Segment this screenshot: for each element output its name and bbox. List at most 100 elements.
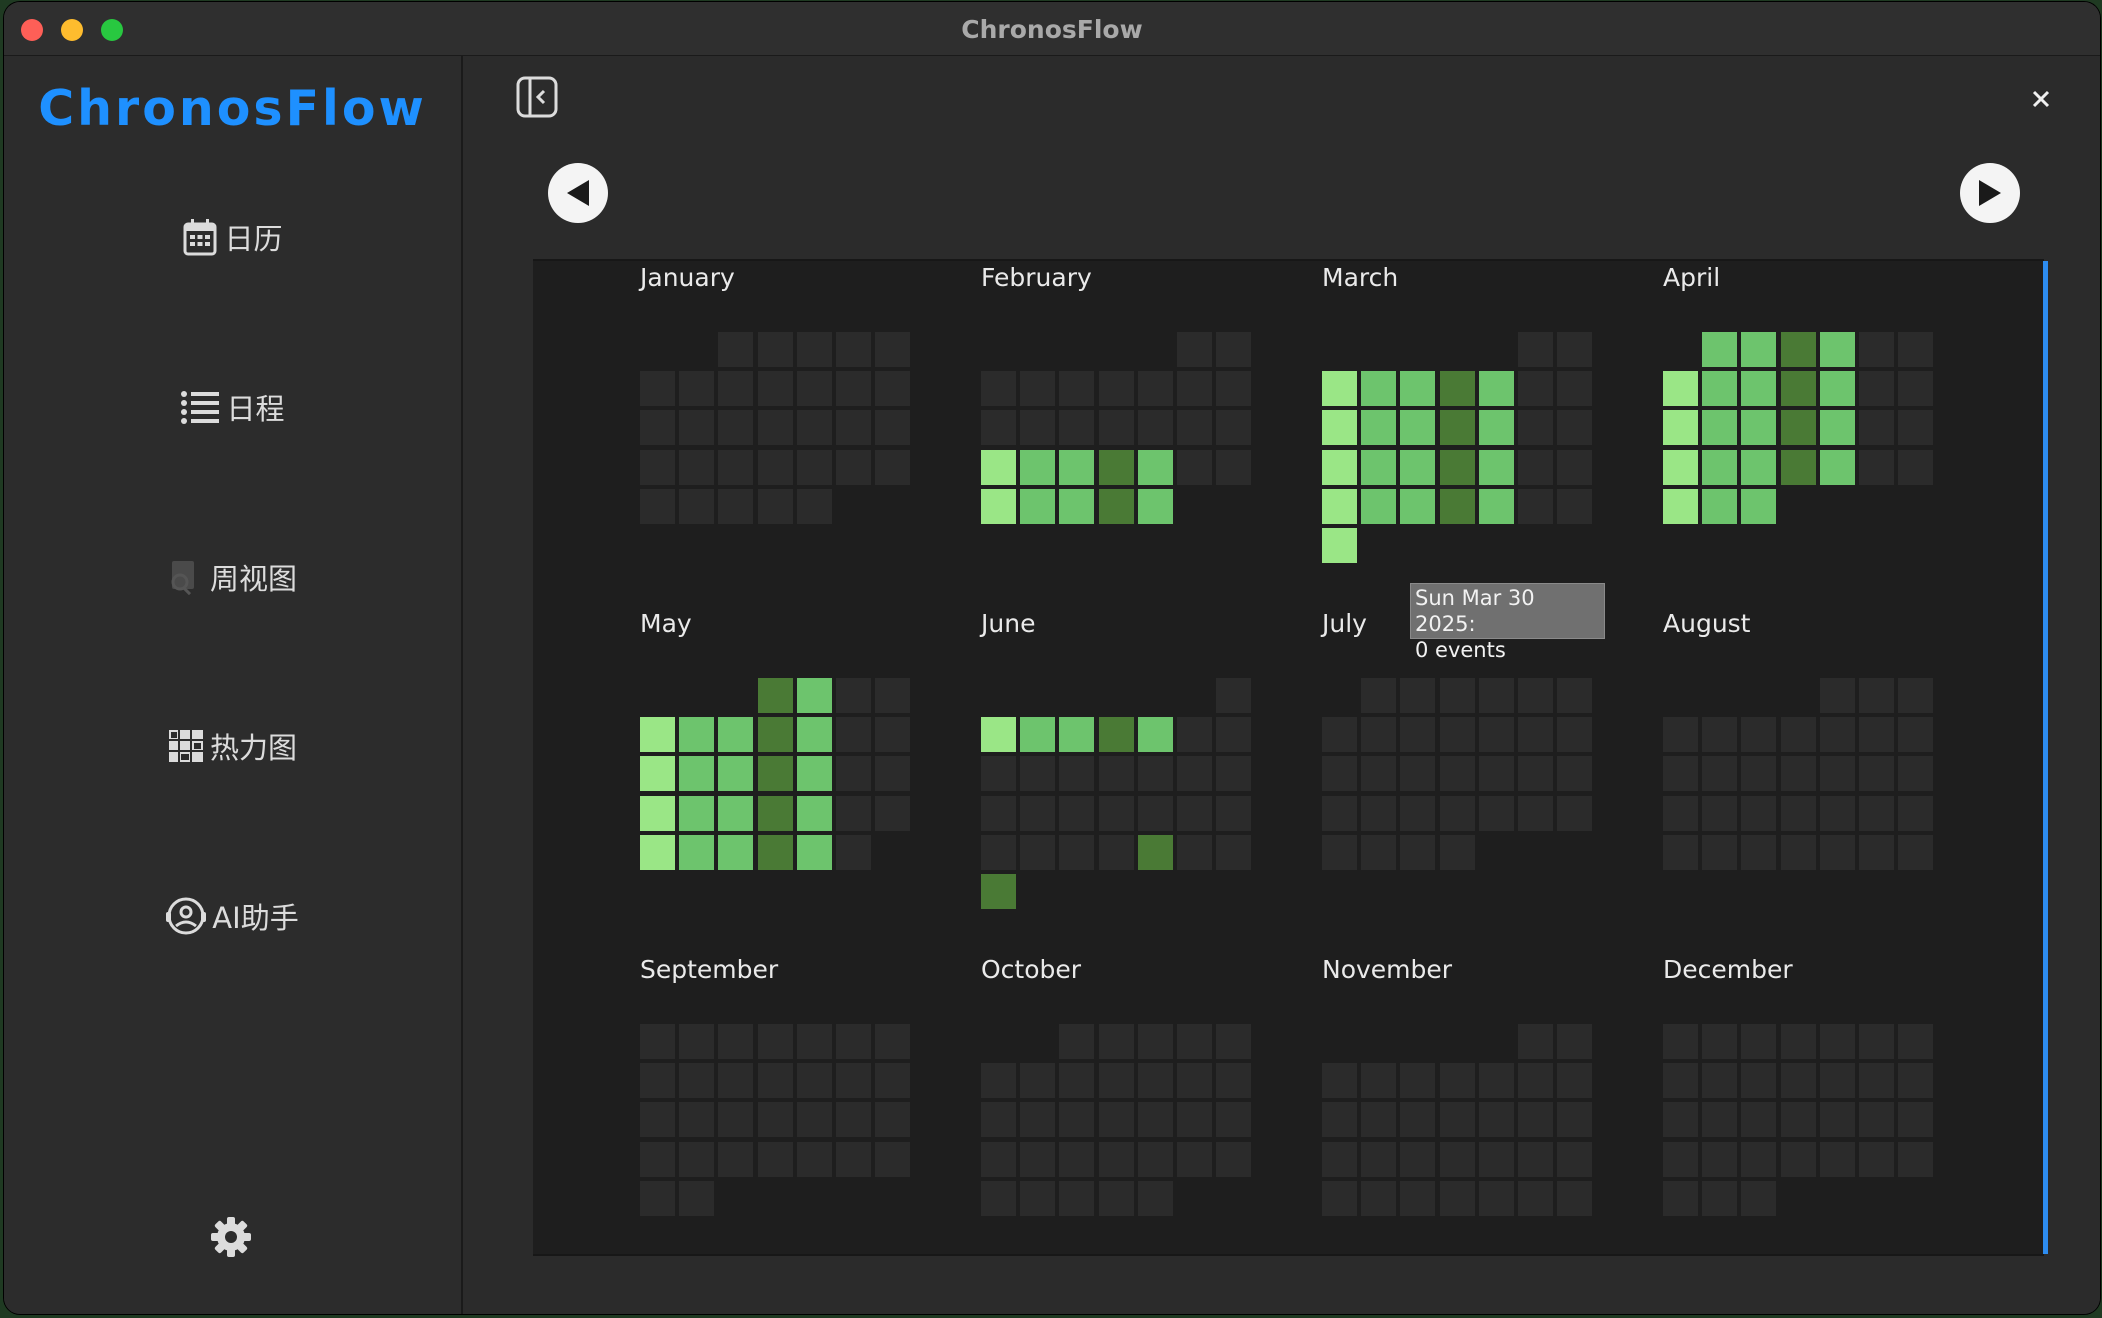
day-cell[interactable] [1216, 449, 1252, 485]
day-cell[interactable] [1059, 795, 1095, 831]
day-cell[interactable] [1741, 717, 1777, 753]
day-cell[interactable] [836, 795, 871, 831]
day-cell[interactable] [718, 717, 754, 753]
day-cell[interactable] [1098, 1063, 1134, 1099]
day-cell[interactable] [679, 1102, 715, 1138]
day-cell[interactable] [1137, 756, 1173, 792]
day-cell[interactable] [757, 488, 793, 524]
day-cell[interactable] [1400, 795, 1436, 831]
day-cell[interactable] [718, 1141, 754, 1177]
day-cell[interactable] [1322, 488, 1357, 524]
day-cell[interactable] [836, 332, 871, 367]
day-cell[interactable] [1020, 371, 1056, 407]
day-cell[interactable] [836, 449, 871, 485]
day-cell[interactable] [1400, 1180, 1436, 1216]
day-cell[interactable] [1322, 1141, 1357, 1177]
day-cell[interactable] [1702, 449, 1738, 485]
day-cell[interactable] [1020, 410, 1056, 446]
sidebar-item-heatmap[interactable]: 热力图 [4, 706, 461, 786]
day-cell[interactable] [1137, 371, 1173, 407]
day-cell[interactable] [1177, 717, 1212, 753]
day-cell[interactable] [1557, 410, 1593, 446]
day-cell[interactable] [1361, 488, 1397, 524]
day-cell[interactable] [679, 449, 715, 485]
sidebar-item-schedule[interactable]: 日程 [4, 367, 461, 447]
day-cell[interactable] [1741, 488, 1777, 524]
day-cell[interactable] [875, 678, 911, 713]
day-cell[interactable] [1557, 1180, 1593, 1216]
day-cell[interactable] [1400, 756, 1436, 792]
day-cell[interactable] [981, 449, 1016, 485]
day-cell[interactable] [640, 834, 675, 870]
day-cell[interactable] [640, 371, 675, 407]
day-cell[interactable] [796, 678, 832, 713]
previous-year-button[interactable] [548, 163, 608, 223]
day-cell[interactable] [1400, 834, 1436, 870]
day-cell[interactable] [640, 488, 675, 524]
day-cell[interactable] [1557, 1024, 1593, 1059]
day-cell[interactable] [1898, 449, 1934, 485]
day-cell[interactable] [718, 1102, 754, 1138]
day-cell[interactable] [640, 1141, 675, 1177]
day-cell[interactable] [1518, 449, 1553, 485]
day-cell[interactable] [1741, 1141, 1777, 1177]
day-cell[interactable] [1819, 1141, 1855, 1177]
day-cell[interactable] [679, 1063, 715, 1099]
day-cell[interactable] [1741, 1024, 1777, 1059]
day-cell[interactable] [1400, 1102, 1436, 1138]
day-cell[interactable] [1216, 717, 1252, 753]
day-cell[interactable] [1361, 795, 1397, 831]
day-cell[interactable] [1177, 756, 1212, 792]
day-cell[interactable] [1663, 371, 1698, 407]
day-cell[interactable] [1400, 488, 1436, 524]
day-cell[interactable] [796, 410, 832, 446]
day-cell[interactable] [1177, 1063, 1212, 1099]
day-cell[interactable] [1137, 1063, 1173, 1099]
day-cell[interactable] [757, 449, 793, 485]
day-cell[interactable] [1059, 717, 1095, 753]
day-cell[interactable] [1518, 795, 1553, 831]
day-cell[interactable] [1177, 1102, 1212, 1138]
day-cell[interactable] [1059, 449, 1095, 485]
day-cell[interactable] [1216, 795, 1252, 831]
day-cell[interactable] [1216, 371, 1252, 407]
day-cell[interactable] [875, 1063, 911, 1099]
day-cell[interactable] [981, 874, 1016, 909]
day-cell[interactable] [1780, 410, 1816, 446]
sidebar-item-week-view[interactable]: 周视图 [4, 537, 461, 617]
day-cell[interactable] [1059, 1063, 1095, 1099]
day-cell[interactable] [1439, 1141, 1475, 1177]
day-cell[interactable] [875, 410, 911, 446]
day-cell[interactable] [757, 756, 793, 792]
day-cell[interactable] [718, 756, 754, 792]
day-cell[interactable] [1898, 1063, 1934, 1099]
day-cell[interactable] [1361, 1063, 1397, 1099]
day-cell[interactable] [679, 488, 715, 524]
day-cell[interactable] [718, 410, 754, 446]
day-cell[interactable] [875, 717, 911, 753]
day-cell[interactable] [1518, 678, 1553, 713]
day-cell[interactable] [796, 795, 832, 831]
day-cell[interactable] [1098, 488, 1134, 524]
day-cell[interactable] [640, 756, 675, 792]
day-cell[interactable] [1400, 410, 1436, 446]
day-cell[interactable] [1898, 717, 1934, 753]
day-cell[interactable] [679, 1180, 715, 1216]
day-cell[interactable] [1663, 795, 1698, 831]
close-button[interactable] [2026, 84, 2056, 114]
day-cell[interactable] [836, 410, 871, 446]
day-cell[interactable] [1557, 1141, 1593, 1177]
day-cell[interactable] [1663, 1102, 1698, 1138]
day-cell[interactable] [1137, 449, 1173, 485]
day-cell[interactable] [1663, 756, 1698, 792]
day-cell[interactable] [1663, 488, 1698, 524]
day-cell[interactable] [1177, 371, 1212, 407]
day-cell[interactable] [1216, 678, 1252, 713]
day-cell[interactable] [757, 678, 793, 713]
day-cell[interactable] [1020, 1102, 1056, 1138]
scrollbar[interactable] [2043, 261, 2048, 1254]
day-cell[interactable] [1216, 410, 1252, 446]
day-cell[interactable] [796, 488, 832, 524]
day-cell[interactable] [1020, 717, 1056, 753]
day-cell[interactable] [1663, 1063, 1698, 1099]
